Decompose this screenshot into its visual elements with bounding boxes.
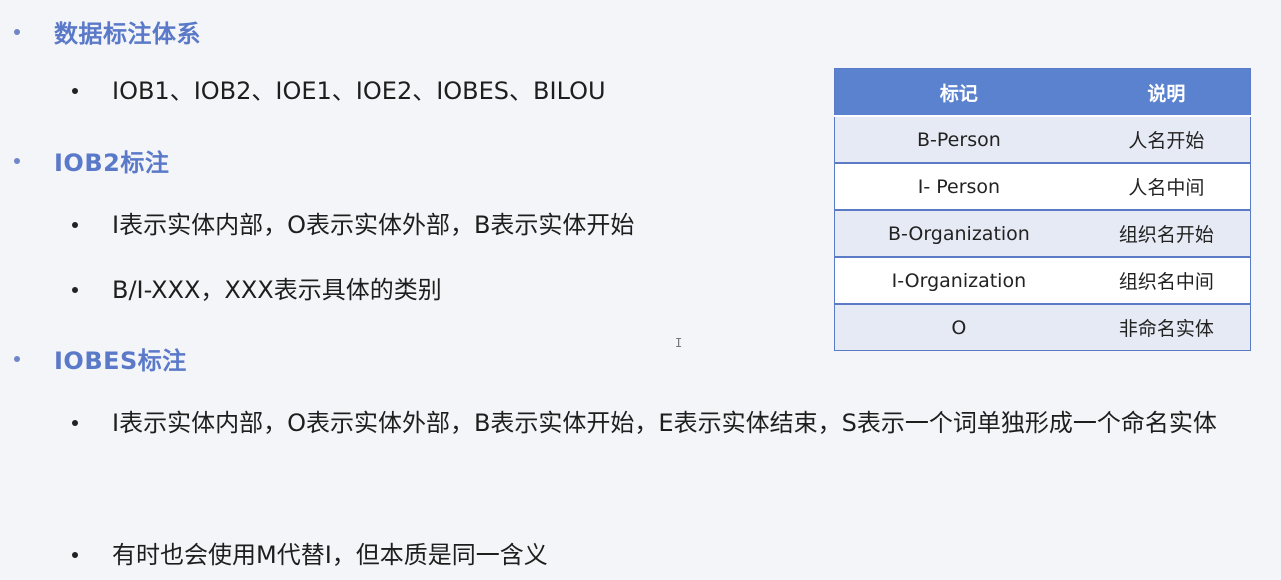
table-cell: 组织名开始	[1082, 209, 1251, 257]
bullet-icon	[72, 222, 78, 228]
heading-text: 数据标注体系	[54, 20, 201, 48]
table-cell: 组织名中间	[1082, 256, 1251, 304]
table-header-cell: 标记	[834, 68, 1083, 116]
table-row: B-Organization 组织名开始	[834, 209, 1251, 257]
list-item: I表示实体内部，O表示实体外部，B表示实体开始	[72, 208, 634, 242]
text-cursor-icon: I	[675, 336, 683, 350]
table-cell: B-Organization	[834, 209, 1083, 257]
heading-text: IOB2标注	[54, 149, 170, 177]
bullet-icon	[14, 28, 20, 35]
table-cell: 非命名实体	[1082, 303, 1251, 351]
list-item-text: I表示实体内部，O表示实体外部，B表示实体开始	[112, 211, 635, 239]
bullet-icon	[72, 552, 78, 558]
table-row: I-Organization 组织名中间	[834, 256, 1251, 304]
list-item: B/I-XXX，XXX表示具体的类别	[72, 273, 442, 307]
list-item: IOB1、IOB2、IOE1、IOE2、IOBES、BILOU	[72, 74, 606, 108]
table-cell: B-Person	[834, 115, 1083, 163]
table-cell: I- Person	[834, 162, 1083, 210]
table-row: O 非命名实体	[834, 303, 1251, 351]
list-item: 有时也会使用M代替I，但本质是同一含义	[72, 538, 548, 572]
bullet-icon	[14, 355, 20, 362]
table-header-row: 标记 说明	[834, 68, 1251, 116]
bullet-icon	[72, 88, 78, 94]
section-heading-iobes: IOBES标注	[12, 341, 187, 376]
section-heading-annotation-systems: 数据标注体系	[12, 14, 201, 49]
table-cell: 人名中间	[1082, 162, 1251, 210]
table-cell: 人名开始	[1082, 115, 1251, 163]
table-row: B-Person 人名开始	[834, 115, 1251, 163]
bullet-icon	[72, 287, 78, 293]
bullet-icon	[14, 157, 20, 164]
list-item: I表示实体内部，O表示实体外部，B表示实体开始，E表示实体结束，S表示一个词单独…	[72, 406, 1272, 456]
table-cell: I-Organization	[834, 256, 1083, 304]
tag-table: 标记 说明 B-Person 人名开始 I- Person 人名中间 B-Org…	[834, 68, 1251, 351]
section-heading-iob2: IOB2标注	[12, 143, 169, 178]
list-item-text: 有时也会使用M代替I，但本质是同一含义	[112, 541, 548, 569]
heading-text: IOBES标注	[54, 347, 187, 375]
table-header-cell: 说明	[1082, 68, 1251, 116]
bullet-icon	[72, 420, 78, 426]
table-cell: O	[834, 303, 1083, 351]
list-item-text: B/I-XXX，XXX表示具体的类别	[112, 276, 442, 304]
table-row: I- Person 人名中间	[834, 162, 1251, 210]
list-item-text: I表示实体内部，O表示实体外部，B表示实体开始，E表示实体结束，S表示一个词单独…	[112, 409, 1217, 437]
list-item-text: IOB1、IOB2、IOE1、IOE2、IOBES、BILOU	[112, 77, 606, 105]
